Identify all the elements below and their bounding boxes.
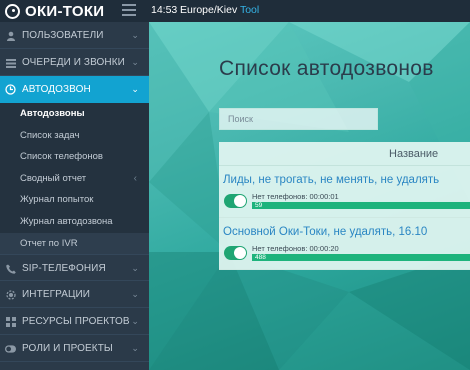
sidebar-item-project-resources[interactable]: РЕСУРСЫ ПРОЕКТОВ ⌄ <box>0 308 149 336</box>
subitem-autodial-log[interactable]: Журнал автодозвона <box>0 211 149 233</box>
sidebar-item-label: ИНТЕГРАЦИИ <box>22 289 91 301</box>
sidebar-item-label: РЕСУРСЫ ПРОЕКТОВ <box>22 316 130 328</box>
sidebar-item-label: ПОЛЬЗОВАТЕЛИ <box>22 30 104 41</box>
subitem-label: Список телефонов <box>20 151 103 163</box>
sidebar-item-sip-telephony[interactable]: SIP-ТЕЛЕФОНИЯ ⌄ <box>0 254 149 282</box>
chevron-down-icon: ⌄ <box>131 84 139 94</box>
sidebar-item-queues[interactable]: ОЧЕРЕДИ И ЗВОНКИ ⌄ <box>0 49 149 76</box>
subitem-label: Журнал автодозвона <box>20 215 113 227</box>
chevron-down-icon: ⌄ <box>131 289 139 300</box>
chevron-down-icon: ⌄ <box>131 57 139 67</box>
enable-toggle[interactable] <box>224 194 247 208</box>
autodial-table: Название Лиды, не трогать, не менять, не… <box>219 142 470 302</box>
hamburger-menu-icon[interactable] <box>122 4 136 16</box>
enable-toggle[interactable] <box>224 246 247 260</box>
chevron-down-icon: ⌄ <box>131 263 139 274</box>
subitem-attempt-log[interactable]: Журнал попыток <box>0 189 149 211</box>
sidebar-item-roles-projects[interactable]: РОЛИ И ПРОЕКТЫ ⌄ <box>0 335 149 363</box>
table-row: Основной Оки-Токи, не удалять, 16.10 Нет… <box>219 218 470 270</box>
column-header-name[interactable]: Название <box>389 148 438 160</box>
table-header: Название <box>219 142 470 166</box>
phone-status: Нет телефонов: 00:00:20 <box>252 244 339 253</box>
sidebar-item-users[interactable]: ПОЛЬЗОВАТЕЛИ ⌄ <box>0 22 149 49</box>
progress-bar: 488 <box>252 254 470 261</box>
autodial-name-link[interactable]: Основной Оки-Токи, не удалять, 16.10 <box>223 226 427 238</box>
timezone-label: Europe/Kiev <box>180 4 238 16</box>
subitem-summary-report[interactable]: Сводный отчет ‹ <box>0 168 149 190</box>
tool-link[interactable]: Tool <box>240 4 259 16</box>
autodial-name-link[interactable]: Лиды, не трогать, не менять, не удалять <box>223 174 439 186</box>
timezone-display: Europe/Kiev Tool <box>180 4 259 16</box>
main-content: Список автодозвонов Название Лиды, не тр… <box>149 22 470 370</box>
user-icon <box>5 30 16 41</box>
subitem-ivr-report[interactable]: Отчет по IVR <box>0 232 149 255</box>
toggle-icon <box>5 343 16 354</box>
subitem-autodials[interactable]: Автодозвоны <box>0 103 149 125</box>
subitem-phone-list[interactable]: Список телефонов <box>0 146 149 168</box>
sidebar-item-integrations[interactable]: ИНТЕГРАЦИИ ⌄ <box>0 281 149 309</box>
grid-icon <box>5 316 16 327</box>
sidebar-item-label: ОЧЕРЕДИ И ЗВОНКИ <box>22 57 125 68</box>
subitem-label: Сводный отчет <box>20 172 87 184</box>
search-input[interactable] <box>219 108 378 130</box>
phone-icon <box>5 263 16 274</box>
queue-icon <box>5 57 16 68</box>
sidebar-item-label: SIP-ТЕЛЕФОНИЯ <box>22 263 106 275</box>
table-row: Лиды, не трогать, не менять, не удалять … <box>219 166 470 218</box>
page-title: Список автодозвонов <box>219 57 434 80</box>
progress-fill: 59 <box>252 202 470 209</box>
phone-status: Нет телефонов: 00:00:01 <box>252 192 339 201</box>
sidebar-item-label: АВТОДОЗВОН <box>22 84 91 95</box>
subitem-label: Отчет по IVR <box>20 237 78 249</box>
top-bar: ОКИ-ТОКИ 14:53 Europe/Kiev Tool <box>0 0 470 22</box>
subitem-label: Автодозвоны <box>20 108 85 119</box>
progress-fill: 488 <box>252 254 470 261</box>
chevron-down-icon: ⌄ <box>131 316 139 327</box>
clock: 14:53 <box>151 4 178 16</box>
chevron-down-icon: ⌄ <box>131 343 139 354</box>
integration-icon <box>5 289 16 300</box>
subitem-label: Список задач <box>20 129 80 141</box>
autodial-icon <box>5 84 16 95</box>
progress-bar: 59 <box>252 202 470 209</box>
subitem-task-list[interactable]: Список задач <box>0 125 149 147</box>
sidebar-item-label: РОЛИ И ПРОЕКТЫ <box>22 343 113 355</box>
sidebar: ПОЛЬЗОВАТЕЛИ ⌄ ОЧЕРЕДИ И ЗВОНКИ ⌄ АВТОДО… <box>0 22 149 370</box>
chevron-left-icon: ‹ <box>133 172 137 184</box>
sidebar-item-autodial[interactable]: АВТОДОЗВОН ⌄ <box>0 76 149 103</box>
autodial-submenu: Автодозвоны Список задач Список телефоно… <box>0 103 149 255</box>
logo-text: ОКИ-ТОКИ <box>25 2 105 20</box>
progress-count: 59 <box>255 202 263 209</box>
logo-icon <box>5 3 20 19</box>
chevron-down-icon: ⌄ <box>131 30 139 40</box>
progress-count: 488 <box>255 254 266 261</box>
subitem-label: Журнал попыток <box>20 194 94 206</box>
